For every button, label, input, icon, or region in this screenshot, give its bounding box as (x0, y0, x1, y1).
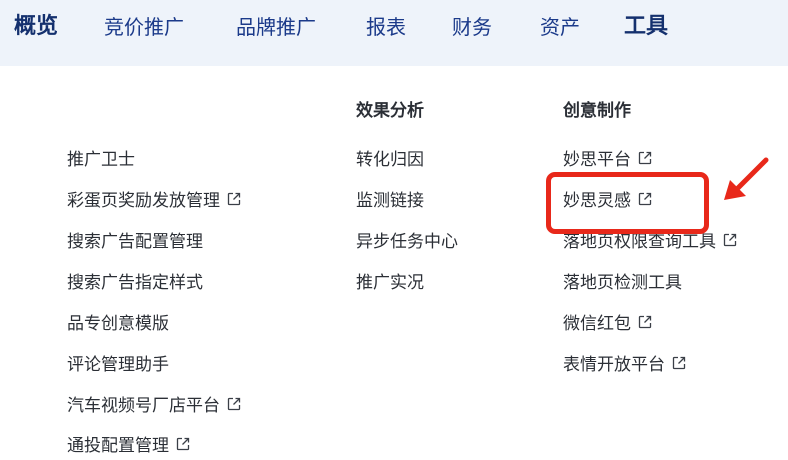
nav-bidding-promotion[interactable]: 竞价推广 (104, 12, 184, 42)
menu-item-label: 通投配置管理 (67, 436, 169, 456)
menu-item-label: 彩蛋页奖励发放管理 (67, 191, 220, 211)
external-link-icon (637, 314, 653, 330)
column-header-effect-analysis: 效果分析 (356, 101, 424, 121)
column-header-creative-production: 创意制作 (563, 101, 631, 121)
external-link-icon (175, 436, 191, 452)
menu-item-label: 落地页权限查询工具 (563, 232, 716, 252)
external-link-icon (226, 396, 242, 412)
nav-tools[interactable]: 工具 (624, 12, 668, 42)
nav-overview[interactable]: 概览 (14, 12, 58, 42)
menu-item-promotion-guard[interactable]: 推广卫士 (67, 146, 135, 174)
menu-item-auto-video-platform[interactable]: 汽车视频号厂店平台 (67, 392, 242, 420)
menu-item-label: 搜索广告指定样式 (67, 273, 203, 293)
menu-item-label: 汽车视频号厂店平台 (67, 396, 220, 416)
nav-brand-promotion[interactable]: 品牌推广 (236, 12, 316, 42)
red-arrow-icon (716, 150, 788, 210)
menu-item-live-promotion[interactable]: 推广实况 (356, 269, 424, 297)
nav-assets[interactable]: 资产 (540, 12, 580, 42)
menu-item-brand-creative-template[interactable]: 品专创意模版 (67, 310, 169, 338)
menu-item-label: 评论管理助手 (67, 355, 169, 375)
menu-item-general-delivery-config[interactable]: 通投配置管理 (67, 432, 191, 460)
menu-item-landing-page-check[interactable]: 落地页检测工具 (563, 269, 682, 297)
nav-reports[interactable]: 报表 (366, 12, 406, 42)
menu-item-label: 微信红包 (563, 314, 631, 334)
highlight-box (546, 172, 709, 234)
menu-item-wechat-red-packet[interactable]: 微信红包 (563, 310, 653, 338)
menu-item-comment-manager[interactable]: 评论管理助手 (67, 351, 169, 379)
menu-item-label: 表情开放平台 (563, 355, 665, 375)
menu-item-label: 落地页检测工具 (563, 273, 682, 293)
menu-item-async-task-center[interactable]: 异步任务中心 (356, 228, 458, 256)
nav-finance[interactable]: 财务 (452, 12, 492, 42)
external-link-icon (637, 150, 653, 166)
menu-item-easter-egg-rewards[interactable]: 彩蛋页奖励发放管理 (67, 187, 242, 215)
menu-item-label: 推广卫士 (67, 150, 135, 170)
menu-item-search-ad-config[interactable]: 搜索广告配置管理 (67, 228, 203, 256)
menu-item-label: 异步任务中心 (356, 232, 458, 252)
menu-item-emoji-open-platform[interactable]: 表情开放平台 (563, 351, 687, 379)
top-nav: 概览 竞价推广 品牌推广 报表 财务 资产 工具 (0, 0, 788, 66)
menu-item-label: 品专创意模版 (67, 314, 169, 334)
menu-item-label: 推广实况 (356, 273, 424, 293)
menu-item-label: 监测链接 (356, 191, 424, 211)
menu-item-conversion-attribution[interactable]: 转化归因 (356, 146, 424, 174)
menu-item-miaosi-platform[interactable]: 妙思平台 (563, 146, 653, 174)
menu-item-label: 妙思平台 (563, 150, 631, 170)
menu-item-search-ad-style[interactable]: 搜索广告指定样式 (67, 269, 203, 297)
menu-item-monitoring-link[interactable]: 监测链接 (356, 187, 424, 215)
external-link-icon (722, 232, 738, 248)
external-link-icon (226, 191, 242, 207)
external-link-icon (671, 355, 687, 371)
menu-item-label: 转化归因 (356, 150, 424, 170)
menu-item-label: 搜索广告配置管理 (67, 232, 203, 252)
